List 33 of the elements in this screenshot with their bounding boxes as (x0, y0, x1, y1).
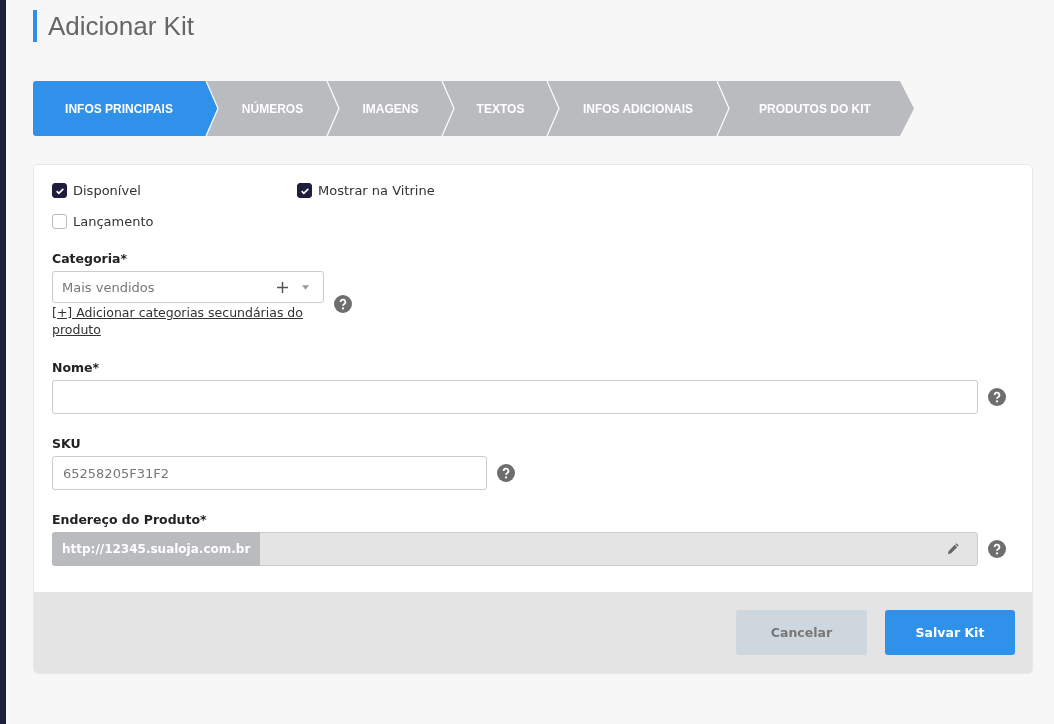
save-button[interactable]: Salvar Kit (885, 610, 1015, 655)
step-tab[interactable]: IMAGENS (340, 81, 441, 136)
sku-field[interactable]: 65258205F31F2 (52, 456, 487, 490)
field-label: SKU (52, 436, 82, 451)
checkbox[interactable] (52, 183, 67, 198)
checkbox-label: Lançamento (73, 214, 154, 229)
checkbox[interactable] (297, 183, 312, 198)
caret-icon[interactable] (302, 284, 309, 290)
check-icon (299, 185, 310, 196)
step-tab[interactable]: NÚMEROS (219, 81, 326, 136)
help-icon[interactable] (497, 464, 515, 482)
checkbox-label: Disponível (73, 183, 141, 198)
add-categories-link[interactable]: [+] Adicionar categorias secundárias do produto (52, 304, 322, 338)
page-title: Adicionar Kit (33, 10, 194, 42)
help-icon[interactable] (988, 388, 1006, 406)
help-icon[interactable] (334, 295, 352, 313)
step-tab[interactable]: PRODUTOS DO KIT (730, 81, 914, 136)
category-select[interactable]: Mais vendidos (52, 271, 324, 303)
check-icon (54, 185, 65, 196)
step-tab[interactable]: INFOS ADICIONAIS (560, 81, 716, 136)
url-prefix: http://12345.sualoja.com.br (52, 532, 261, 566)
address-field[interactable] (260, 532, 978, 566)
help-icon[interactable] (988, 540, 1006, 558)
name-field[interactable] (52, 380, 978, 414)
pencil-icon[interactable] (946, 542, 959, 556)
plus-icon[interactable] (277, 281, 288, 293)
field-label: Nome* (52, 360, 101, 375)
field-label: Endereço do Produto* (52, 512, 208, 527)
field-label: Categoria* (52, 251, 129, 266)
cancel-button[interactable]: Cancelar (736, 610, 867, 655)
checkbox-label: Mostrar na Vitrine (318, 183, 435, 198)
checkbox[interactable] (52, 214, 67, 229)
step-tab[interactable]: TEXTOS (455, 81, 546, 136)
